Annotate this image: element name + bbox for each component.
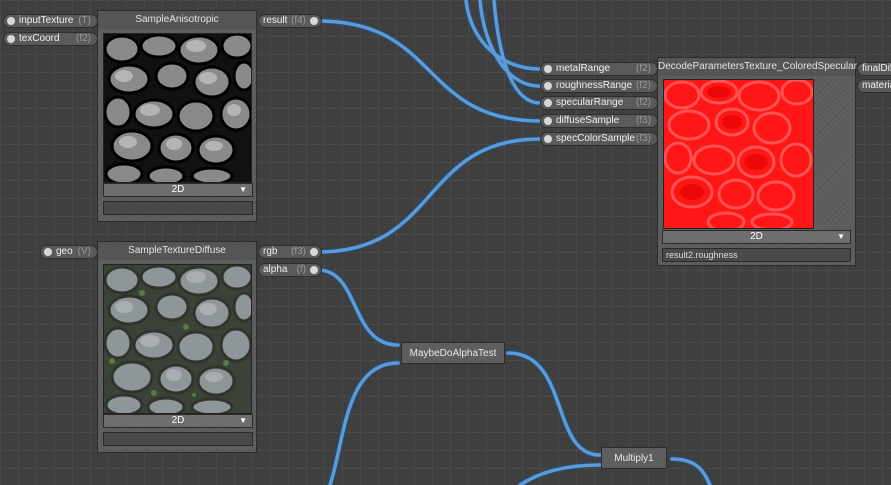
output-pin-result[interactable]: result (f4) [258, 14, 322, 28]
node-sample-texture-diffuse[interactable]: SampleTextureDiffuse 2D ▼ [97, 241, 257, 453]
output-pin-finalDiff[interactable]: finalDiff [857, 62, 891, 76]
pin-connector-icon[interactable] [310, 248, 318, 256]
pin-connector-icon[interactable] [44, 248, 52, 256]
wire [463, 0, 543, 72]
output-pin-rgb[interactable]: rgb (f3) [258, 245, 322, 259]
input-pin-specularRange[interactable]: specularRange (f2) [540, 96, 658, 110]
pin-connector-icon[interactable] [544, 135, 552, 143]
input-pin-diffuseSample[interactable]: diffuseSample (f3) [540, 114, 658, 128]
texture-mode-dropdown[interactable]: 2D ▼ [103, 414, 253, 428]
input-pin-specColorSample[interactable]: specColorSample (f3) [540, 132, 658, 146]
texture-mode-dropdown[interactable]: 2D ▼ [103, 183, 253, 197]
input-pin-roughnessRange[interactable]: roughnessRange (f2) [540, 79, 658, 93]
dropdown-arrow-icon: ▼ [239, 185, 247, 194]
texture-mode-dropdown[interactable]: 2D ▼ [662, 230, 851, 244]
pin-connector-icon[interactable] [544, 82, 552, 90]
wire [491, 0, 543, 106]
wire [327, 360, 401, 485]
input-pin-inputTexture[interactable]: inputTexture (T) [3, 14, 98, 28]
pin-connector-icon[interactable] [7, 17, 15, 25]
node-title[interactable]: SampleAnisotropic [98, 11, 256, 29]
texture-preview-stone-gray [103, 33, 252, 183]
pin-connector-icon[interactable] [310, 17, 318, 25]
node-value-field[interactable] [103, 201, 253, 215]
wire [315, 267, 401, 348]
input-pin-metalRange[interactable]: metalRange (f2) [540, 62, 658, 76]
pin-connector-icon[interactable] [544, 99, 552, 107]
node-maybe-do-alpha-test[interactable]: MaybeDoAlphaTest [401, 342, 505, 364]
preview-field-result2-roughness[interactable]: result2.roughness [662, 248, 851, 262]
dropdown-arrow-icon: ▼ [239, 416, 247, 425]
node-decode-parameters[interactable]: DecodeParametersTexture_ColoredSpecular … [657, 57, 857, 266]
pin-connector-icon[interactable] [544, 65, 552, 73]
wire [477, 0, 543, 89]
node-title[interactable]: DecodeParametersTexture_ColoredSpecular [658, 58, 857, 76]
input-pin-geo[interactable]: geo (V) [40, 245, 98, 259]
dropdown-arrow-icon: ▼ [837, 232, 845, 241]
node-value-field[interactable] [103, 432, 253, 446]
input-pin-texCoord[interactable]: texCoord (f2) [3, 32, 98, 46]
wire [315, 18, 543, 124]
output-pin-materia[interactable]: materia [857, 79, 891, 93]
wire [505, 350, 603, 458]
node-multiply1[interactable]: Multiply1 [601, 447, 667, 469]
texture-preview-stone-color [103, 264, 252, 414]
wire [315, 136, 543, 255]
wire [517, 462, 603, 485]
pin-connector-icon[interactable] [7, 35, 15, 43]
pin-connector-icon[interactable] [544, 117, 552, 125]
output-pin-alpha[interactable]: alpha (f) [258, 263, 322, 277]
pin-connector-icon[interactable] [310, 266, 318, 274]
node-title[interactable]: SampleTextureDiffuse [98, 242, 256, 260]
texture-preview-red-stone [663, 79, 814, 229]
node-sample-anisotropic[interactable]: SampleAnisotropic 2D ▼ [97, 10, 257, 222]
wire [669, 456, 713, 485]
